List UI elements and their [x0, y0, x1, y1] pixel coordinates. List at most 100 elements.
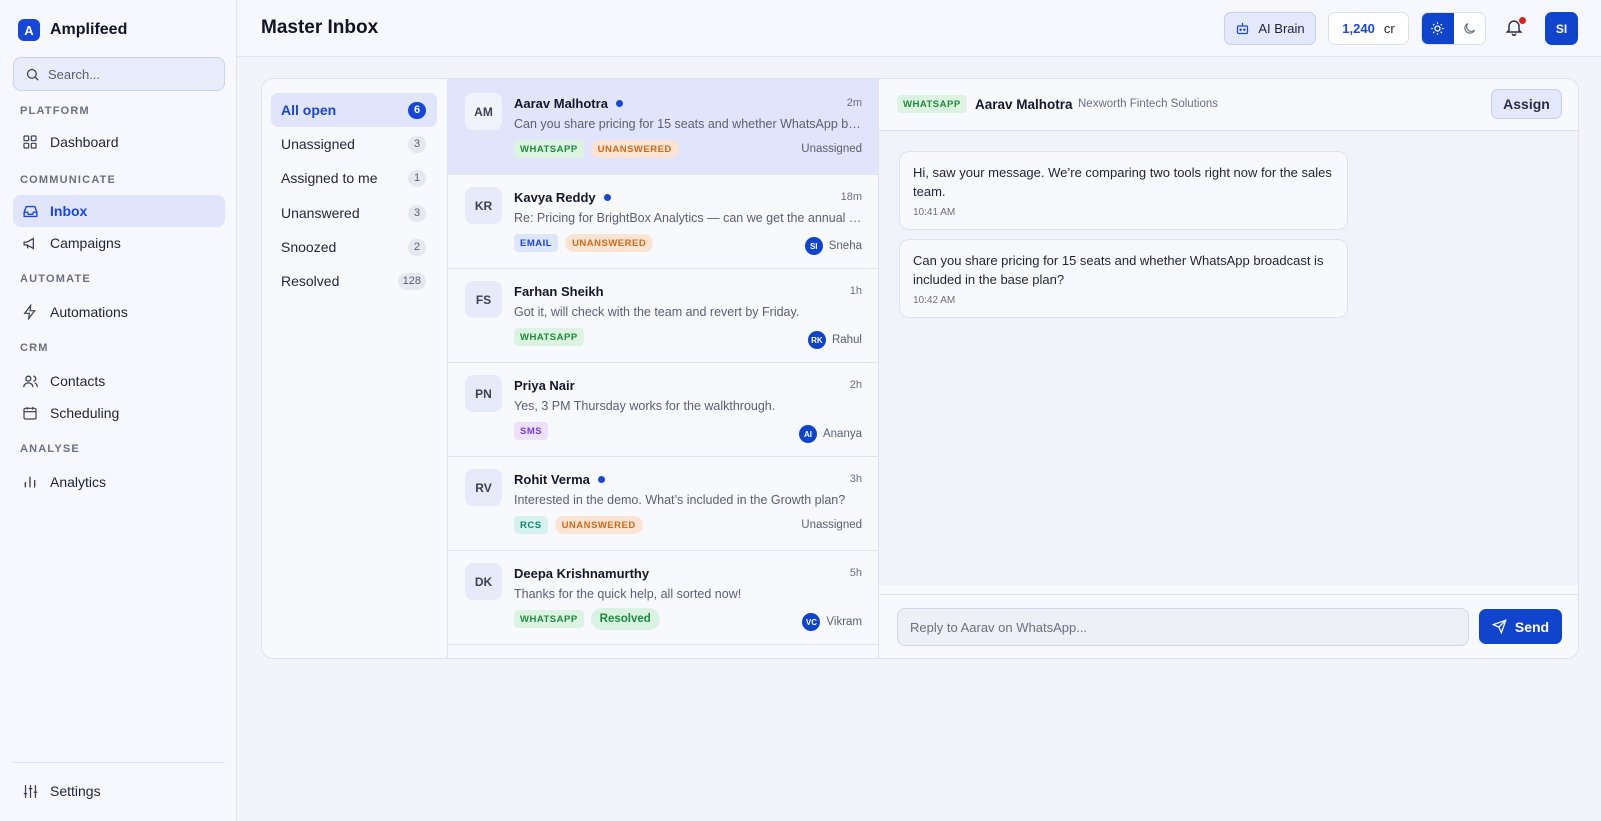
conversation-item[interactable]: PN Priya Nair 2h Yes, 3 PM Thursday work… — [448, 361, 878, 457]
conversation-item[interactable]: FS Farhan Sheikh 1h Got it, will check w… — [448, 267, 878, 363]
ai-brain-label: AI Brain — [1258, 21, 1305, 36]
filter-all-open[interactable]: All open 6 — [271, 93, 437, 127]
section-label-analyse: ANALYSE — [20, 443, 80, 455]
assignee-avatar: AI — [798, 425, 817, 443]
brand[interactable]: A Amplifeed — [18, 19, 127, 41]
sidebar-item-label: Settings — [50, 783, 101, 799]
conversation-preview: Re: Pricing for BrightBox Analytics — ca… — [514, 211, 862, 225]
assignee: Unassigned — [801, 143, 862, 155]
sidebar-item-scheduling[interactable]: Scheduling — [13, 397, 225, 429]
ai-brain-button[interactable]: AI Brain — [1224, 12, 1316, 45]
channel-badge: EMAIL — [514, 234, 559, 252]
contact-name-row: Aarav Malhotra — [514, 96, 623, 111]
message-time: 10:42 AM — [913, 295, 956, 306]
sidebar-item-settings[interactable]: Settings — [13, 775, 225, 807]
light-mode-button[interactable] — [1422, 13, 1454, 44]
dark-mode-button[interactable] — [1454, 13, 1486, 44]
sidebar-item-label: Campaigns — [50, 235, 121, 251]
contact-name: Rohit Verma — [514, 472, 590, 487]
credits-badge[interactable]: 1,240 cr — [1328, 12, 1409, 45]
contact-avatar: PN — [465, 375, 502, 412]
channel-badge: RCS — [514, 516, 548, 534]
brand-name: Amplifeed — [50, 21, 128, 38]
channel-badge: WHATSAPP — [897, 95, 967, 113]
contact-avatar: RV — [465, 469, 502, 506]
sidebar-item-label: Dashboard — [50, 134, 119, 150]
channel-badge: WHATSAPP — [514, 328, 584, 346]
filter-count: 2 — [408, 238, 426, 256]
filter-count: 6 — [408, 101, 426, 119]
top-bar: Master Inbox AI Brain 1,240 cr SI — [237, 0, 1601, 57]
channel-badge: WHATSAPP — [514, 140, 584, 158]
filter-unanswered[interactable]: Unanswered 3 — [271, 196, 437, 230]
sidebar-item-analytics[interactable]: Analytics — [13, 466, 225, 498]
conversation-item[interactable]: RV Rohit Verma 3h Interested in the demo… — [448, 455, 878, 551]
inbox-card: All open 6 Unassigned 3 Assigned to me 1… — [261, 78, 1579, 659]
assignee-name: Rahul — [831, 334, 862, 346]
contact-name: Deepa Krishnamurthy — [514, 566, 650, 581]
inbox-icon — [21, 202, 39, 220]
unread-dot — [615, 100, 623, 107]
filter-resolved[interactable]: Resolved 128 — [271, 264, 437, 298]
brand-logo: A — [18, 19, 40, 41]
section-label-platform: PLATFORM — [20, 105, 90, 117]
send-button[interactable]: Send — [1479, 609, 1562, 644]
contact-avatar: FS — [465, 281, 502, 318]
sidebar-item-contacts[interactable]: Contacts — [13, 365, 225, 397]
sidebar-item-automations[interactable]: Automations — [13, 296, 225, 328]
conversation-time: 1h — [849, 285, 862, 297]
filter-unassigned[interactable]: Unassigned 3 — [271, 127, 437, 161]
section-label-automate: AUTOMATE — [20, 273, 91, 285]
status-badge: UNANSWERED — [565, 234, 654, 252]
search-input[interactable] — [48, 66, 208, 82]
message-text: Hi, saw your message. We’re comparing tw… — [913, 165, 1332, 199]
assignee-avatar: RK — [807, 331, 826, 349]
lightning-icon — [21, 303, 39, 321]
conversation-preview: Interested in the demo. What’s included … — [514, 493, 846, 507]
sidebar-item-label: Inbox — [50, 203, 88, 219]
conversation-item[interactable]: KR Kavya Reddy 18m Re: Pricing for Brigh… — [448, 173, 878, 269]
send-icon — [1491, 619, 1507, 634]
conversation-tags: SMS — [514, 422, 549, 440]
sidebar-item-campaigns[interactable]: Campaigns — [13, 227, 225, 259]
message-thread: Hi, saw your message. We’re comparing tw… — [879, 131, 1578, 585]
assignee: VC Vikram — [802, 613, 862, 631]
conversation-tags: WHATSAPP — [514, 328, 584, 346]
notifications-button[interactable] — [1504, 17, 1526, 39]
search-box[interactable] — [13, 57, 225, 91]
user-avatar[interactable]: SI — [1545, 12, 1578, 45]
sidebar-item-label: Analytics — [50, 474, 107, 490]
filter-assigned-to-me[interactable]: Assigned to me 1 — [271, 161, 437, 195]
filter-snoozed[interactable]: Snoozed 2 — [271, 230, 437, 264]
assignee-name: Ananya — [822, 428, 862, 440]
reply-input[interactable] — [897, 608, 1469, 646]
message-bubble: Hi, saw your message. We’re comparing tw… — [899, 151, 1348, 230]
send-label: Send — [1514, 618, 1550, 635]
robot-icon — [1235, 21, 1250, 36]
theme-toggle[interactable] — [1421, 12, 1486, 45]
conversation-time: 2h — [849, 379, 862, 391]
contact-name: Priya Nair — [514, 378, 575, 393]
assignee-name: Vikram — [826, 616, 862, 628]
contact-avatar: DK — [465, 563, 502, 600]
filter-count: 128 — [397, 272, 426, 290]
conversation-tags: EMAIL UNANSWERED — [514, 234, 654, 252]
credits-unit: cr — [1383, 21, 1395, 36]
assignee-name: Sneha — [828, 240, 862, 252]
filter-label: Assigned to me — [281, 170, 378, 186]
filter-label: Resolved — [281, 273, 340, 289]
sidebar-item-dashboard[interactable]: Dashboard — [13, 126, 225, 158]
unread-dot — [597, 476, 605, 483]
sidebar-item-inbox[interactable]: Inbox — [13, 195, 225, 227]
filter-count: 3 — [408, 204, 426, 222]
conversation-item[interactable]: AM Aarav Malhotra 2m Can you share prici… — [448, 79, 878, 175]
sidebar-item-label: Scheduling — [50, 405, 120, 421]
status-badge: UNANSWERED — [590, 140, 679, 158]
assignee: RK Rahul — [807, 331, 862, 349]
assign-button[interactable]: Assign — [1491, 89, 1562, 119]
contact-avatar: KR — [465, 187, 502, 224]
conversation-item[interactable]: DK Deepa Krishnamurthy 5h Thanks for the… — [448, 549, 878, 645]
assignee-name: Unassigned — [801, 143, 862, 155]
channel-badge: WHATSAPP — [514, 610, 584, 628]
contact-name-row: Farhan Sheikh — [514, 284, 604, 299]
